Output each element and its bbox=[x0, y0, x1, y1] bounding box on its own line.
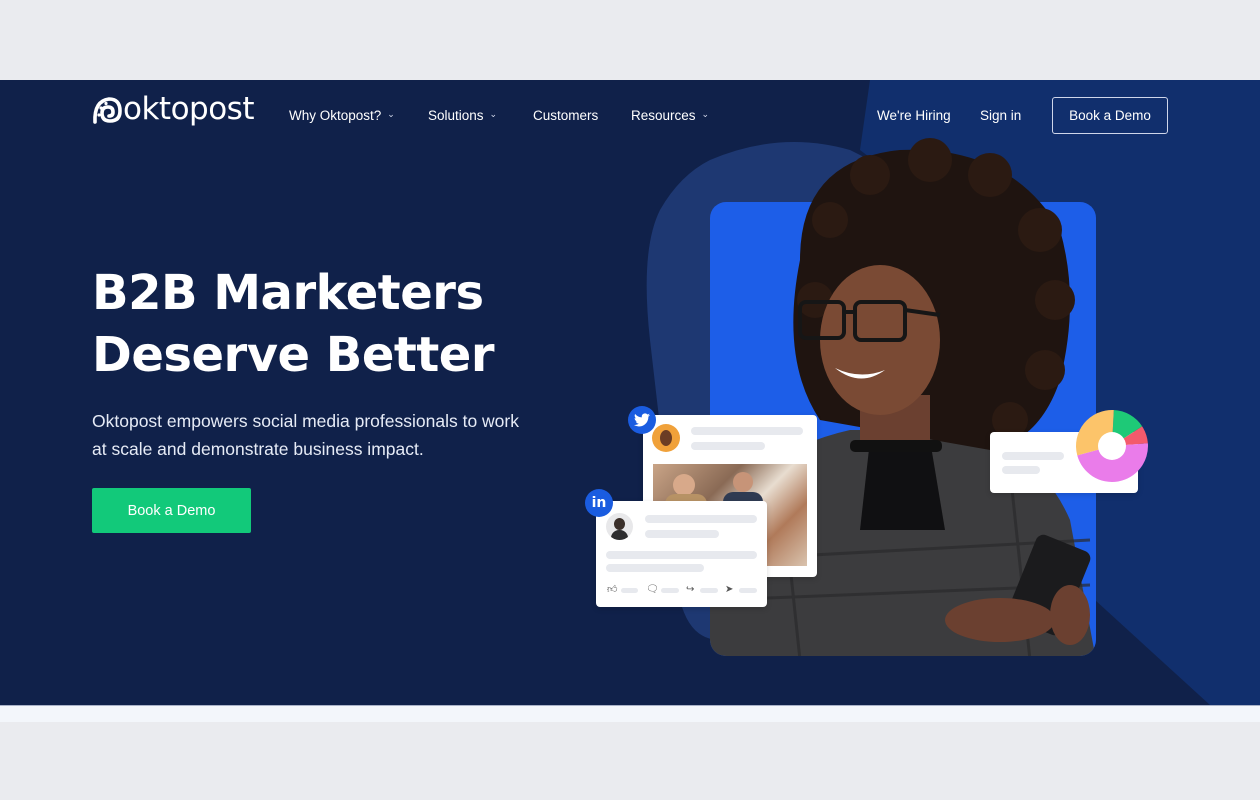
hero-section bbox=[0, 80, 1260, 705]
headline-line-2: Deserve Better bbox=[92, 327, 495, 383]
chevron-down-icon: ⌄ bbox=[387, 109, 395, 119]
section-divider-strip bbox=[0, 705, 1260, 722]
headline-line-1: B2B Marketers bbox=[92, 265, 484, 321]
hero-subtext: Oktopost empowers social media professio… bbox=[92, 411, 519, 459]
hero-background-shapes bbox=[646, 80, 1260, 705]
nav-label: Customers bbox=[533, 108, 599, 123]
nav-resources[interactable]: Resources ⌄ bbox=[631, 108, 709, 123]
nav-solutions[interactable]: Solutions ⌄ bbox=[428, 108, 497, 123]
book-demo-hero-button[interactable]: Book a Demo bbox=[92, 488, 251, 533]
book-demo-nav-button[interactable]: Book a Demo bbox=[1052, 97, 1168, 134]
chevron-down-icon: ⌄ bbox=[701, 109, 710, 119]
nav-customers[interactable]: Customers bbox=[533, 108, 598, 123]
nav-label: Why Oktopost? bbox=[289, 108, 382, 123]
brand-name: oktopost bbox=[123, 91, 255, 127]
nav-were-hiring[interactable]: We're Hiring bbox=[877, 108, 951, 123]
brand-logo[interactable]: oktopost bbox=[92, 91, 255, 127]
nav-label: We're Hiring bbox=[877, 108, 951, 123]
nav-label: Resources bbox=[631, 108, 696, 123]
nav-label: Solutions bbox=[428, 108, 484, 123]
page: oktopost Why Oktopost? ⌄ Solutions ⌄ Cus… bbox=[0, 0, 1260, 800]
nav-why-oktopost[interactable]: Why Oktopost? ⌄ bbox=[289, 108, 395, 123]
nav-sign-in[interactable]: Sign in bbox=[980, 108, 1021, 123]
chevron-down-icon: ⌄ bbox=[489, 109, 498, 119]
top-navigation: oktopost Why Oktopost? ⌄ Solutions ⌄ Cus… bbox=[0, 80, 1260, 152]
bg-translucent-blob bbox=[646, 142, 960, 640]
hero-headline: B2B Marketers Deserve Better bbox=[92, 262, 495, 386]
nav-label: Sign in bbox=[980, 108, 1022, 123]
octopus-swirl-icon bbox=[93, 96, 122, 124]
